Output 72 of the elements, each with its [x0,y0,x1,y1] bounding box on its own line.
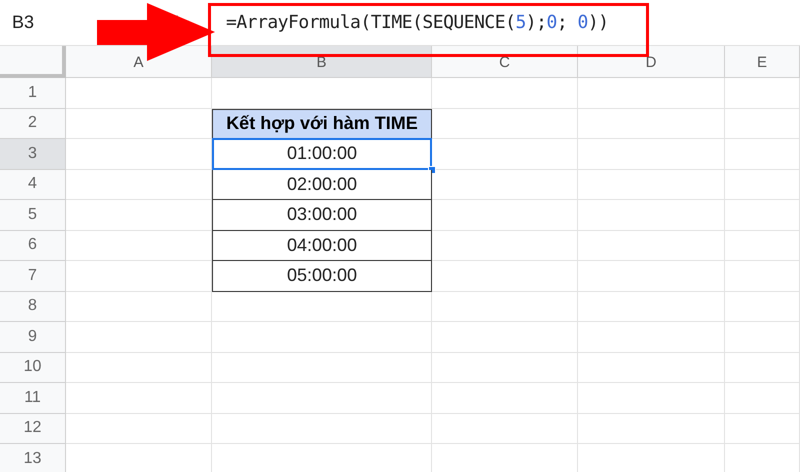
row-header[interactable]: 1 [0,78,66,108]
table-cell[interactable] [66,322,212,352]
row-header[interactable]: 6 [0,230,66,261]
table-cell[interactable]: 05:00:00 [212,261,432,292]
table-cell[interactable] [725,322,800,352]
table-cell[interactable] [66,383,212,414]
table-cell[interactable] [432,383,578,414]
table-cell[interactable] [66,139,212,170]
table-cell[interactable] [725,383,800,414]
table-cell[interactable] [725,261,800,292]
row-header[interactable]: 13 [0,444,66,472]
table-cell[interactable] [432,230,578,261]
row-header[interactable]: 10 [0,352,66,383]
table-cell[interactable] [432,108,578,139]
table-cell[interactable] [578,108,725,139]
table-cell[interactable] [432,352,578,383]
name-box[interactable]: B3 [0,0,92,45]
row-header[interactable]: 11 [0,383,66,414]
table-cell[interactable] [725,108,800,139]
table-cell[interactable] [725,170,800,200]
column-header[interactable]: D [578,46,725,78]
table-cell[interactable] [578,322,725,352]
column-header[interactable]: E [725,46,800,78]
table-cell[interactable] [578,170,725,200]
table-cell[interactable] [578,78,725,108]
row-header[interactable]: 12 [0,414,66,444]
table-cell[interactable] [578,139,725,170]
row-header[interactable]: 9 [0,322,66,352]
column-header[interactable]: C [432,46,578,78]
table-cell[interactable] [432,322,578,352]
table-cell[interactable]: 04:00:00 [212,230,432,261]
table-cell[interactable] [432,200,578,230]
table-cell[interactable] [212,352,432,383]
table-cell[interactable] [578,230,725,261]
table-cell[interactable] [212,383,432,414]
table-cell[interactable] [725,230,800,261]
table-cell[interactable] [432,78,578,108]
table-cell[interactable] [725,352,800,383]
table-cell[interactable] [432,414,578,444]
row-header[interactable]: 2 [0,108,66,139]
row-header[interactable]: 4 [0,170,66,200]
formula-text[interactable]: =ArrayFormula(TIME(SEQUENCE(5);0; 0)) [226,9,609,36]
row-header[interactable]: 3 [0,139,66,170]
table-cell[interactable] [66,292,212,322]
table-cell[interactable] [578,292,725,322]
header-cell[interactable]: Kết hợp với hàm TIME [212,108,432,139]
table-cell[interactable] [578,200,725,230]
table-cell[interactable] [66,78,212,108]
table-cell[interactable] [66,352,212,383]
select-all-corner[interactable] [0,46,66,78]
table-cell[interactable] [725,414,800,444]
table-cell[interactable] [725,78,800,108]
row-header[interactable]: 7 [0,261,66,292]
table-cell[interactable] [578,352,725,383]
table-cell[interactable] [212,414,432,444]
table-cell[interactable] [725,139,800,170]
row-header[interactable]: 8 [0,292,66,322]
table-cell[interactable] [432,170,578,200]
table-cell[interactable] [725,292,800,322]
table-cell[interactable] [578,261,725,292]
table-cell[interactable] [212,292,432,322]
table-cell[interactable] [212,322,432,352]
table-cell[interactable] [578,383,725,414]
table-cell[interactable] [66,414,212,444]
row-header[interactable]: 5 [0,200,66,230]
column-header[interactable]: A [66,46,212,78]
table-cell[interactable]: 02:00:00 [212,170,432,200]
table-cell[interactable]: 03:00:00 [212,200,432,230]
table-cell[interactable] [725,200,800,230]
table-cell[interactable] [578,414,725,444]
table-cell[interactable] [432,292,578,322]
table-cell[interactable] [432,261,578,292]
